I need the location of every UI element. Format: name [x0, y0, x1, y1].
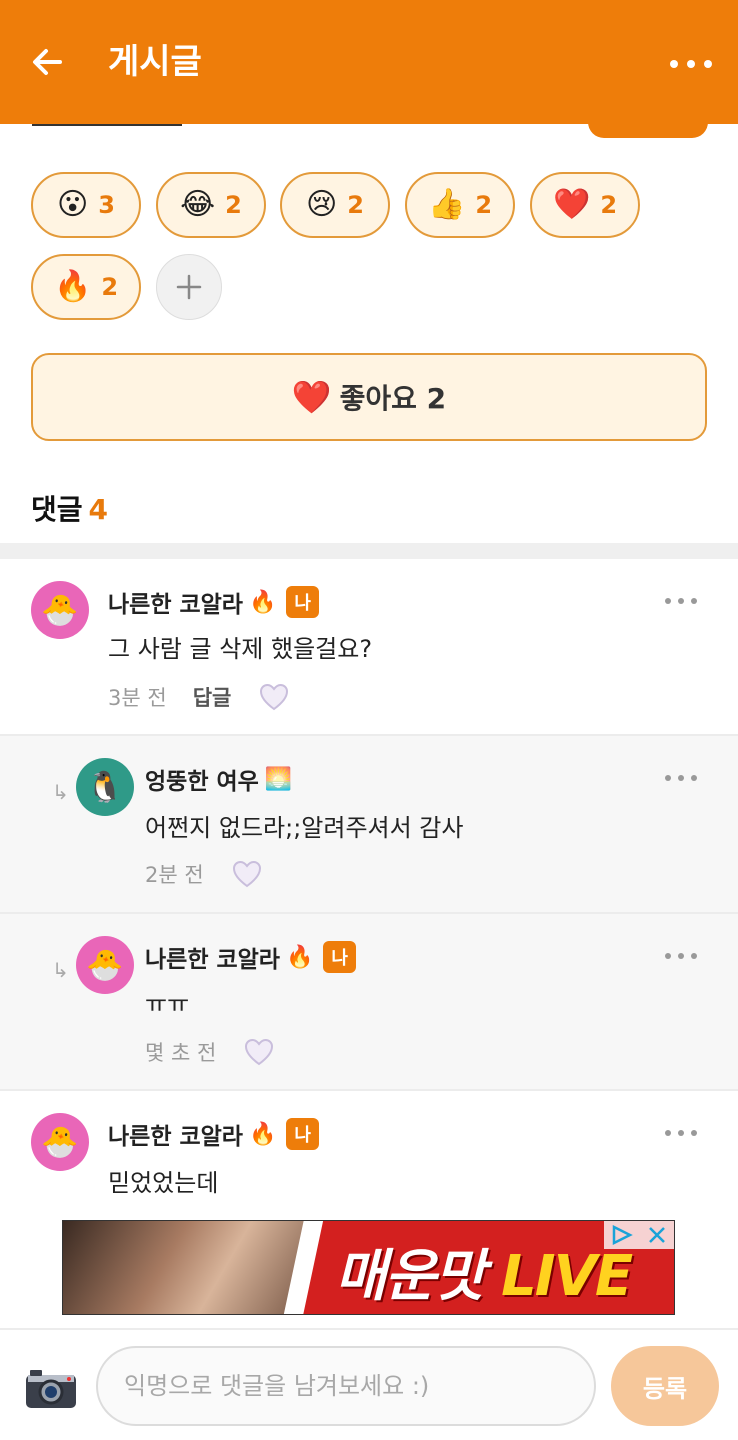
author-name: 나른한 코알라 — [145, 947, 280, 973]
ad-image — [63, 1221, 323, 1314]
reply-button[interactable]: 답글 — [193, 682, 232, 712]
reply-arrow-icon: ↳ — [52, 958, 69, 982]
comment-meta: 3분 전 답글 — [108, 682, 289, 712]
heart-icon: ❤️ — [291, 378, 332, 416]
comment-item: 🐣 나른한 코알라 🔥 나 믿었었는데 — [0, 1091, 738, 1211]
like-button[interactable]: ❤️ 좋아요 2 — [31, 353, 707, 441]
avatar: 🐧 — [76, 758, 134, 816]
comment-author: 나른한 코알라 🔥 나 — [108, 585, 319, 619]
thumbs-up-emoji-icon: 👍 — [427, 187, 466, 222]
reaction-heart[interactable]: ❤️ 2 — [530, 172, 640, 238]
author-name: 나른한 코알라 — [108, 1124, 243, 1150]
surprised-emoji-icon: 😮 — [57, 187, 89, 222]
ad-text-live: LIVE — [501, 1244, 633, 1309]
comment-text: ㅠㅠ — [145, 990, 190, 1018]
fire-badge-icon: 🔥 — [285, 944, 314, 970]
reaction-surprised[interactable]: 😮 3 — [31, 172, 141, 238]
close-icon[interactable] — [647, 1225, 667, 1245]
comment-text: 어쩐지 없드라;;알려주셔서 감사 — [145, 814, 464, 842]
back-arrow-icon[interactable] — [30, 40, 70, 84]
me-badge: 나 — [286, 1118, 319, 1150]
comment-composer: 등록 — [0, 1328, 738, 1440]
like-label: 좋아요 2 — [339, 382, 447, 415]
comment-meta: 몇 초 전 — [145, 1037, 274, 1067]
avatar: 🐣 — [31, 581, 89, 639]
comment-time: 몇 초 전 — [145, 1041, 217, 1065]
reaction-count: 2 — [347, 191, 364, 219]
avatar: 🐣 — [31, 1113, 89, 1171]
reaction-crying[interactable]: 😢 2 — [280, 172, 390, 238]
reaction-count: 2 — [101, 273, 119, 301]
avatar: 🐣 — [76, 936, 134, 994]
reaction-thumbs-up[interactable]: 👍 2 — [405, 172, 515, 238]
comment-author: 엉뚱한 여우 🌅 — [145, 762, 292, 796]
section-divider — [0, 543, 738, 559]
fire-badge-icon: 🔥 — [248, 1121, 277, 1147]
comment-time: 2분 전 — [145, 863, 204, 887]
reaction-count: 3 — [98, 191, 115, 219]
author-name: 나른한 코알라 — [108, 592, 243, 618]
comments-header: 댓글 4 — [31, 488, 108, 528]
comments-count: 4 — [88, 493, 109, 526]
ad-controls — [604, 1221, 674, 1249]
ad-choices-icon[interactable] — [611, 1225, 633, 1245]
comment-text: 믿었었는데 — [108, 1169, 219, 1197]
reaction-count: 2 — [475, 191, 493, 219]
page-title: 게시글 — [108, 42, 202, 82]
reaction-laughing[interactable]: 😂 2 — [156, 172, 266, 238]
ad-text-main: 매운맛 — [335, 1244, 486, 1309]
post-page: 게시글 😮 3 😂 2 😢 2 👍 2 ❤️ 2 🔥 2 ❤️ 좋아요 2 댓글… — [0, 0, 738, 1440]
reaction-count: 2 — [225, 191, 242, 219]
submit-button[interactable]: 등록 — [611, 1346, 719, 1426]
sunrise-badge-icon: 🌅 — [264, 766, 293, 792]
reply-item: ↳ 🐧 엉뚱한 여우 🌅 어쩐지 없드라;;알려주셔서 감사 2분 전 — [0, 736, 738, 912]
me-badge: 나 — [323, 941, 356, 973]
fire-emoji-icon: 🔥 — [53, 269, 92, 304]
add-reaction-button[interactable] — [156, 254, 222, 320]
fire-badge-icon: 🔥 — [248, 589, 277, 615]
reply-item: ↳ 🐣 나른한 코알라 🔥 나 ㅠㅠ 몇 초 전 — [0, 914, 738, 1089]
comment-author: 나른한 코알라 🔥 나 — [145, 940, 356, 974]
camera-icon[interactable] — [24, 1366, 78, 1410]
comment-more-icon[interactable] — [664, 1128, 698, 1138]
author-name: 엉뚱한 여우 — [145, 769, 259, 795]
app-header: 게시글 — [0, 0, 738, 124]
comment-more-icon[interactable] — [664, 773, 698, 783]
comment-more-icon[interactable] — [664, 951, 698, 961]
reply-arrow-icon: ↳ — [52, 780, 69, 804]
comment-author: 나른한 코알라 🔥 나 — [108, 1117, 319, 1151]
reaction-fire[interactable]: 🔥 2 — [31, 254, 141, 320]
plus-icon — [176, 274, 202, 300]
comment-input[interactable] — [96, 1346, 596, 1426]
heart-outline-icon[interactable] — [244, 1038, 274, 1066]
reaction-count: 2 — [600, 191, 618, 219]
crying-emoji-icon: 😢 — [306, 187, 338, 222]
heart-outline-icon[interactable] — [232, 860, 262, 888]
comment-item: 🐣 나른한 코알라 🔥 나 그 사람 글 삭제 했을걸요? 3분 전 답글 — [0, 559, 738, 734]
heart-emoji-icon: ❤️ — [552, 187, 591, 222]
ad-headline: 매운맛 LIVE — [335, 1231, 633, 1312]
comments-label: 댓글 — [31, 493, 83, 526]
comment-more-icon[interactable] — [664, 596, 698, 606]
laughing-emoji-icon: 😂 — [180, 187, 216, 222]
comment-text: 그 사람 글 삭제 했을걸요? — [108, 635, 373, 663]
more-options-icon[interactable] — [666, 44, 716, 84]
comment-time: 3분 전 — [108, 686, 167, 710]
me-badge: 나 — [286, 586, 319, 618]
heart-outline-icon[interactable] — [259, 683, 289, 711]
ad-banner[interactable]: 매운맛 LIVE — [62, 1220, 675, 1315]
comment-meta: 2분 전 — [145, 859, 262, 889]
